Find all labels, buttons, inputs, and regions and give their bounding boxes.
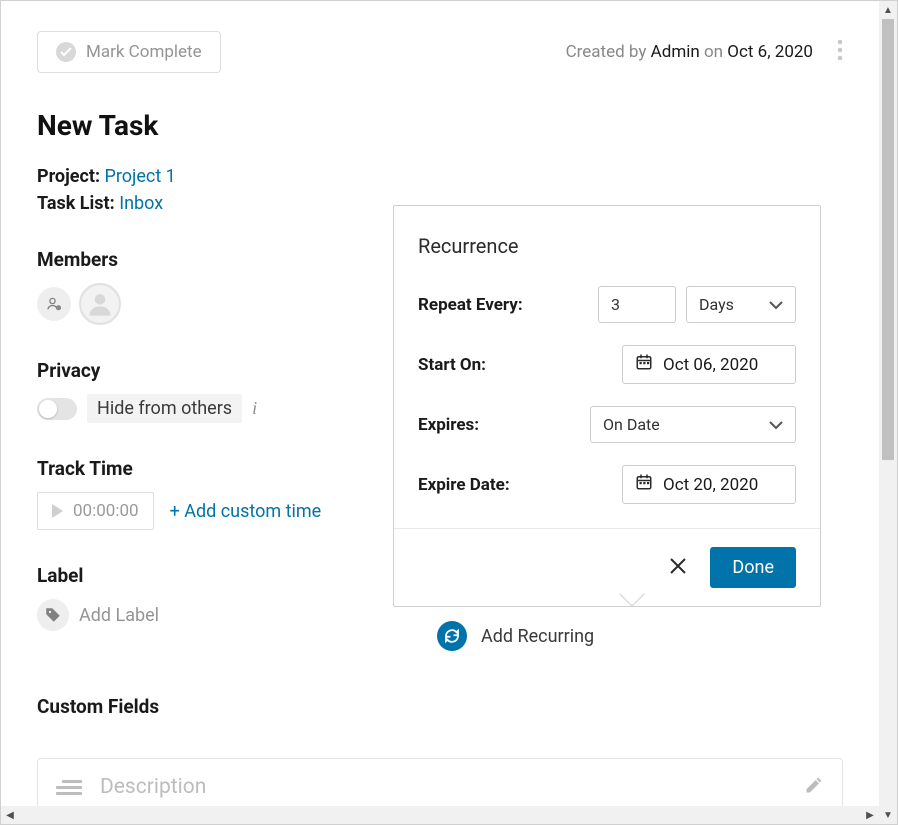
- created-by-text: Created by Admin on Oct 6, 2020: [566, 42, 813, 62]
- expire-date-row: Expire Date: Oct 20, 2020: [418, 465, 796, 504]
- created-prefix: Created by: [566, 42, 651, 62]
- description-placeholder: Description: [100, 775, 206, 799]
- add-member-button[interactable]: [37, 287, 71, 321]
- start-date-input[interactable]: Oct 06, 2020: [622, 345, 796, 384]
- start-on-row: Start On: Oct 06, 2020: [418, 345, 796, 384]
- mark-complete-button[interactable]: Mark Complete: [37, 31, 221, 73]
- privacy-toggle[interactable]: [37, 398, 77, 420]
- scroll-right-arrow[interactable]: ▶: [861, 806, 879, 824]
- recurrence-popup: Recurrence Repeat Every: Days: [393, 205, 821, 607]
- expires-select[interactable]: On Date: [590, 406, 796, 443]
- expire-date-value: Oct 20, 2020: [663, 475, 758, 495]
- repeat-row: Repeat Every: Days: [418, 286, 796, 323]
- tag-icon[interactable]: [37, 599, 69, 631]
- check-circle-icon: [56, 42, 76, 62]
- horizontal-scrollbar[interactable]: ◀ ▶: [1, 806, 879, 824]
- expires-label: Expires:: [418, 415, 479, 435]
- scroll-thumb[interactable]: [882, 19, 894, 460]
- project-row: Project: Project 1: [37, 166, 843, 187]
- scroll-down-arrow[interactable]: ▼: [879, 806, 897, 824]
- recurrence-title: Recurrence: [418, 234, 796, 258]
- recurring-row: Add Recurring: [437, 621, 843, 651]
- custom-fields-heading: Custom Fields: [37, 695, 843, 718]
- tasklist-label: Task List:: [37, 193, 115, 214]
- add-custom-time-link[interactable]: + Add custom time: [170, 501, 322, 522]
- hide-from-others-label: Hide from others: [87, 394, 242, 423]
- play-icon: [52, 504, 63, 518]
- repeat-unit-value: Days: [699, 295, 734, 314]
- chevron-down-icon: [769, 415, 783, 434]
- avatar[interactable]: [79, 283, 121, 325]
- created-date: Oct 6, 2020: [727, 42, 813, 62]
- info-icon[interactable]: i: [252, 398, 257, 419]
- recurrence-popup-footer: Done: [394, 528, 820, 606]
- expire-date-label: Expire Date:: [418, 475, 510, 495]
- scroll-left-arrow[interactable]: ◀: [1, 806, 19, 824]
- chevron-down-icon: [769, 295, 783, 314]
- add-recurring-link[interactable]: Add Recurring: [481, 626, 594, 647]
- description-icon: [56, 777, 82, 798]
- app-window: Mark Complete Created by Admin on Oct 6,…: [0, 0, 898, 825]
- mark-complete-label: Mark Complete: [86, 42, 202, 62]
- content-area: Mark Complete Created by Admin on Oct 6,…: [1, 1, 879, 806]
- time-value: 00:00:00: [73, 501, 139, 521]
- tasklist-link[interactable]: Inbox: [119, 193, 163, 214]
- more-menu-button[interactable]: [837, 39, 843, 65]
- repeat-unit-select[interactable]: Days: [686, 286, 796, 323]
- vertical-scrollbar[interactable]: ▲ ▼: [879, 1, 897, 824]
- scroll-up-arrow[interactable]: ▲: [879, 1, 897, 19]
- edit-icon[interactable]: [804, 775, 824, 799]
- task-title[interactable]: New Task: [37, 109, 843, 142]
- calendar-icon: [635, 473, 653, 496]
- expires-value: On Date: [603, 415, 660, 434]
- expires-row: Expires: On Date: [418, 406, 796, 443]
- project-label: Project:: [37, 166, 100, 187]
- expire-date-input[interactable]: Oct 20, 2020: [622, 465, 796, 504]
- created-on-word: on: [700, 42, 728, 62]
- top-bar: Mark Complete Created by Admin on Oct 6,…: [37, 31, 843, 73]
- close-button[interactable]: [668, 556, 688, 580]
- start-on-label: Start On:: [418, 355, 486, 375]
- repeat-value-input[interactable]: [598, 286, 676, 323]
- calendar-icon: [635, 353, 653, 376]
- done-button[interactable]: Done: [710, 547, 796, 588]
- start-date-value: Oct 06, 2020: [663, 355, 758, 375]
- project-link[interactable]: Project 1: [105, 166, 176, 187]
- created-user: Admin: [651, 42, 700, 62]
- description-box[interactable]: Description: [37, 758, 843, 806]
- recurrence-popup-body: Recurrence Repeat Every: Days: [394, 206, 820, 528]
- time-display[interactable]: 00:00:00: [37, 492, 154, 530]
- repeat-label: Repeat Every:: [418, 295, 523, 315]
- add-label-placeholder[interactable]: Add Label: [79, 605, 159, 626]
- recurring-icon[interactable]: [437, 621, 467, 651]
- task-detail-page: Mark Complete Created by Admin on Oct 6,…: [1, 1, 879, 806]
